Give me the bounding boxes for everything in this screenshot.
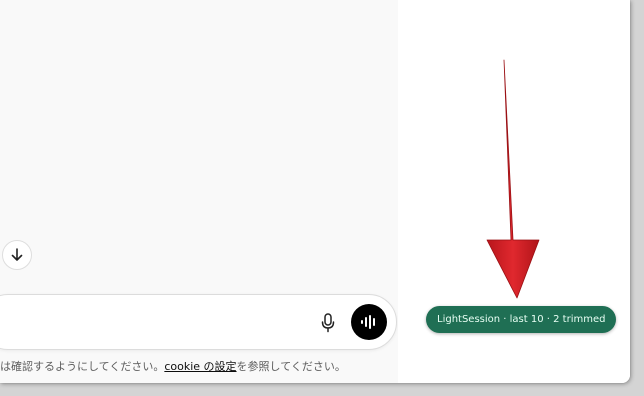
red-down-arrow: [486, 59, 540, 299]
lightsession-badge[interactable]: LightSession · last 10 · 2 trimmed: [426, 306, 617, 333]
voice-waveform-icon: [361, 315, 375, 329]
arrow-down-icon: [11, 248, 23, 261]
disclaimer-text-suffix: を参照してください。: [236, 360, 346, 373]
footer-disclaimer: は確認するようにしてください。cookie の設定を参照してください。: [0, 358, 398, 376]
microphone-icon: [321, 313, 335, 333]
dictate-button[interactable]: [318, 312, 338, 334]
cookie-settings-link[interactable]: cookie の設定: [164, 360, 236, 373]
disclaimer-text: は確認するようにしてください。: [0, 360, 165, 373]
scroll-to-bottom-button[interactable]: [2, 240, 32, 270]
voice-mode-button[interactable]: [351, 304, 387, 340]
chat-pane: は確認するようにしてください。cookie の設定を参照してください。: [0, 0, 398, 383]
